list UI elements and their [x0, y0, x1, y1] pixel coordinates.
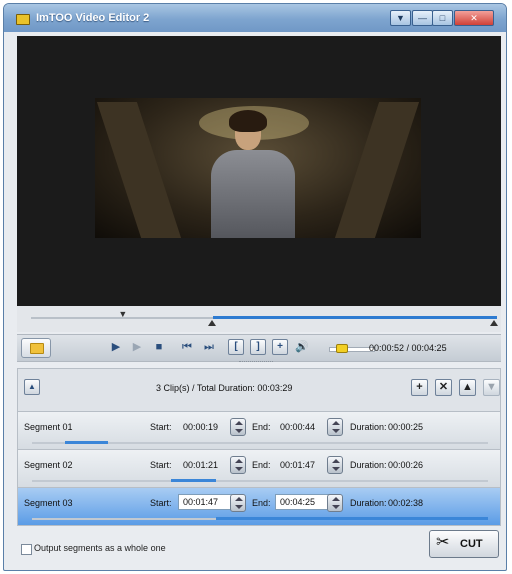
move-down-button[interactable]: ▼: [483, 379, 500, 396]
duration-value: 00:00:25: [388, 422, 424, 432]
end-spinner[interactable]: [327, 456, 343, 474]
mark-out-handle-icon[interactable]: [490, 320, 498, 326]
minimize-button[interactable]: —: [412, 10, 433, 26]
segment-list-header: ▲ 3 Clip(s) / Total Duration: 00:03:29 +…: [18, 369, 500, 405]
add-segment-button[interactable]: +: [411, 379, 428, 396]
cut-label: CUT: [460, 538, 483, 550]
duration-value: 00:00:26: [388, 460, 424, 470]
end-label: End:: [252, 422, 271, 432]
segment-name: Segment 03: [24, 498, 73, 508]
end-label: End:: [252, 460, 271, 470]
duration-label: Duration:: [350, 460, 387, 470]
maximize-button[interactable]: □: [432, 10, 453, 26]
video-editor-window: ImTOO Video Editor 2 ▼ — □ ✕ ▼ ▶ ▶ ■ ⏮ ⏭…: [3, 3, 507, 571]
collapse-button[interactable]: ▲: [24, 379, 40, 395]
video-preview: [17, 36, 501, 306]
segment-row-selected[interactable]: Segment 03 Start: 00:01:47 End: 00:04:25…: [18, 487, 500, 525]
segment-track: [32, 480, 488, 482]
folder-icon: [30, 343, 44, 354]
start-label: Start:: [150, 422, 172, 432]
duration-label: Duration:: [350, 422, 387, 432]
mark-in-handle-icon[interactable]: [208, 320, 216, 326]
mark-in-icon[interactable]: [: [228, 339, 244, 355]
video-scene-person-hair: [229, 110, 267, 132]
play-icon[interactable]: ▶: [109, 339, 123, 355]
duration-value: 00:02:38: [388, 498, 424, 508]
move-up-button[interactable]: ▲: [459, 379, 476, 396]
start-time: 00:00:19: [183, 422, 219, 432]
title-bar: ImTOO Video Editor 2 ▼ — □ ✕: [4, 4, 506, 32]
segment-row[interactable]: Segment 02 Start: 00:01:21 End: 00:01:47…: [18, 449, 500, 487]
end-spinner[interactable]: [327, 494, 343, 512]
end-spinner[interactable]: [327, 418, 343, 436]
segment-name: Segment 02: [24, 460, 73, 470]
stop-icon[interactable]: ■: [152, 339, 166, 355]
playhead-marker-icon[interactable]: ▼: [118, 309, 127, 319]
start-spinner[interactable]: [230, 418, 246, 436]
video-frame: [95, 98, 421, 238]
start-spinner[interactable]: [230, 456, 246, 474]
scissors-icon: ✂: [436, 534, 450, 551]
output-whole-checkbox[interactable]: [21, 544, 32, 555]
video-scene-beam-right: [334, 102, 420, 238]
clip-summary: 3 Clip(s) / Total Duration: 00:03:29: [156, 383, 293, 393]
video-scene-beam-left: [96, 102, 182, 238]
start-label: Start:: [150, 460, 172, 470]
timeline[interactable]: ▼: [17, 306, 501, 332]
end-time: 00:00:44: [280, 422, 316, 432]
open-file-button[interactable]: [21, 338, 51, 358]
next-icon[interactable]: ⏭: [201, 339, 217, 355]
duration-label: Duration:: [350, 498, 387, 508]
start-time-field[interactable]: 00:01:47: [178, 494, 238, 510]
splitter-grip[interactable]: [239, 361, 273, 365]
step-forward-icon[interactable]: ▶: [130, 339, 144, 355]
end-label: End:: [252, 498, 271, 508]
end-time: 00:01:47: [280, 460, 316, 470]
start-spinner[interactable]: [230, 494, 246, 512]
segment-row[interactable]: Segment 01 Start: 00:00:19 End: 00:00:44…: [18, 411, 500, 449]
segment-range-bar[interactable]: [171, 479, 217, 482]
mark-out-icon[interactable]: ]: [250, 339, 266, 355]
segment-range-bar[interactable]: [64, 441, 108, 444]
volume-icon[interactable]: 🔊: [294, 339, 310, 355]
time-readout: 00:00:52 / 00:04:25: [369, 343, 447, 353]
start-label: Start:: [150, 498, 172, 508]
volume-knob[interactable]: [335, 344, 348, 353]
close-button[interactable]: ✕: [454, 10, 494, 26]
window-title: ImTOO Video Editor 2: [36, 12, 150, 24]
footer: Output segments as a whole one ✂ CUT: [17, 526, 501, 566]
previous-icon[interactable]: ⏮: [179, 339, 195, 355]
segment-range-bar[interactable]: [216, 517, 488, 520]
segment-list-panel: ▲ 3 Clip(s) / Total Duration: 00:03:29 +…: [17, 368, 501, 526]
start-time: 00:01:21: [183, 460, 219, 470]
segment-name: Segment 01: [24, 422, 73, 432]
menu-button[interactable]: ▼: [390, 10, 411, 26]
app-icon: [16, 14, 30, 25]
cut-button[interactable]: ✂ CUT: [429, 530, 499, 558]
timeline-selection: [212, 316, 497, 319]
video-scene-person-body: [211, 150, 295, 238]
end-time-field[interactable]: 00:04:25: [275, 494, 335, 510]
output-whole-label[interactable]: Output segments as a whole one: [34, 543, 166, 553]
delete-segment-button[interactable]: ✕: [435, 379, 452, 396]
add-icon[interactable]: +: [272, 339, 288, 355]
playback-controls: ▶ ▶ ■ ⏮ ⏭ [ ] + 🔊 00:00:52 / 00:04:25: [17, 334, 501, 362]
